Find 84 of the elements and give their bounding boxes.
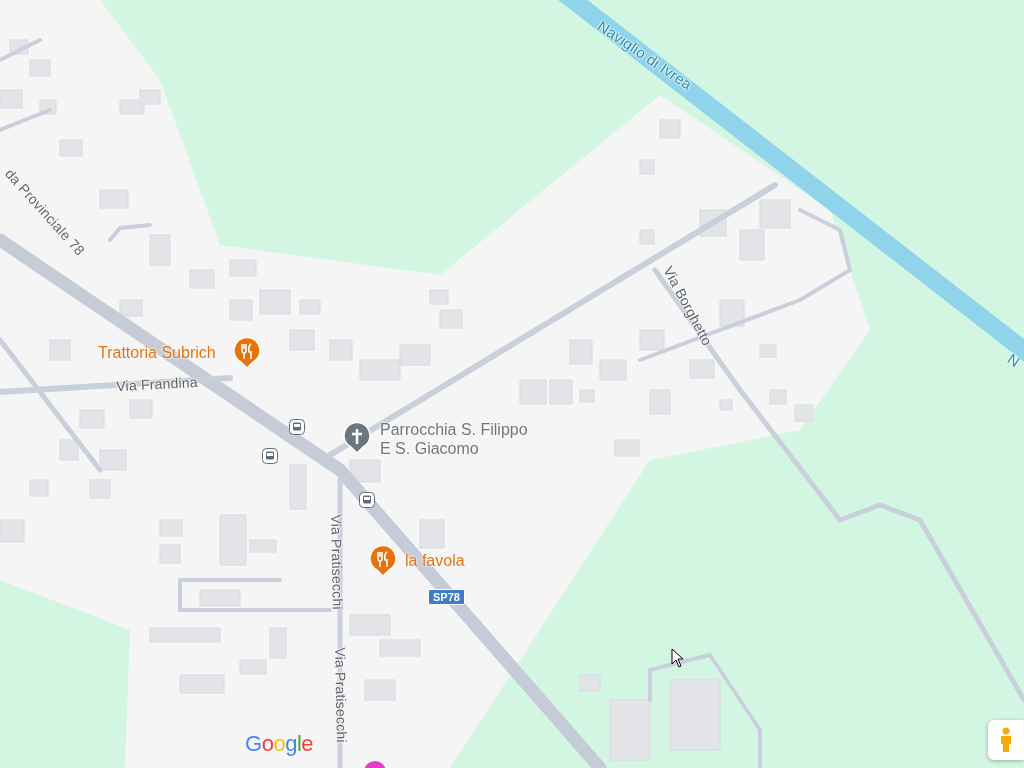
road	[0, 108, 52, 132]
building	[29, 479, 49, 497]
building	[249, 539, 277, 553]
street-label: Via Pratisecchi	[329, 514, 345, 610]
cursor-icon	[671, 648, 685, 668]
place-label[interactable]: Parrocchia S. Filippo E S. Giacomo	[380, 420, 528, 458]
building	[639, 159, 655, 175]
building	[139, 89, 161, 105]
building	[119, 99, 145, 115]
building	[379, 639, 421, 657]
building	[189, 269, 215, 289]
building	[329, 339, 353, 361]
building	[639, 229, 655, 245]
map-logo: Google	[245, 731, 313, 757]
building	[689, 359, 715, 379]
building	[519, 379, 547, 405]
building	[719, 299, 745, 327]
building	[299, 299, 321, 315]
building	[599, 359, 627, 381]
building	[29, 59, 51, 77]
cross-pin-icon[interactable]	[343, 422, 371, 454]
building	[269, 627, 287, 659]
building	[99, 189, 129, 209]
building	[289, 464, 307, 510]
building	[739, 229, 765, 261]
building	[199, 589, 241, 607]
building	[99, 449, 127, 471]
building	[79, 409, 105, 429]
building	[259, 289, 291, 315]
building	[759, 199, 791, 229]
bus-stop-icon[interactable]	[262, 448, 278, 464]
building	[219, 514, 247, 566]
building	[794, 404, 814, 422]
building	[609, 699, 651, 761]
building	[159, 519, 183, 537]
building	[129, 399, 153, 419]
place-label[interactable]: la favola	[405, 551, 465, 570]
place-label[interactable]: Trattoria Subrich	[98, 343, 216, 362]
building	[239, 659, 267, 675]
building	[649, 389, 671, 415]
building	[179, 674, 225, 694]
building	[429, 289, 449, 305]
building	[439, 309, 463, 329]
building	[349, 459, 381, 483]
building	[0, 519, 25, 543]
fork-knife-pin-icon[interactable]	[233, 337, 261, 369]
building	[364, 679, 396, 701]
road	[0, 38, 42, 62]
bus-stop-icon[interactable]	[289, 419, 305, 435]
building	[119, 299, 143, 317]
building	[229, 259, 257, 277]
building	[359, 359, 401, 381]
building	[639, 329, 665, 351]
building	[229, 299, 253, 321]
building	[579, 674, 601, 692]
fork-knife-pin-icon[interactable]	[369, 545, 397, 577]
route-shield: SP78	[428, 589, 465, 605]
building	[549, 379, 573, 405]
building	[349, 614, 391, 636]
building	[0, 89, 23, 109]
building	[59, 139, 83, 157]
building	[614, 439, 640, 457]
street-label: Via Pratisecchi	[333, 647, 349, 743]
building	[669, 679, 721, 751]
building	[89, 479, 111, 499]
building	[659, 119, 681, 139]
pegman-icon	[999, 727, 1013, 753]
building	[49, 339, 71, 361]
building	[579, 389, 595, 403]
bus-stop-icon[interactable]	[359, 492, 375, 508]
building	[719, 399, 733, 411]
building	[569, 339, 593, 365]
building	[419, 519, 445, 549]
map-marker-icon[interactable]	[363, 760, 387, 768]
building	[159, 544, 181, 564]
building	[59, 439, 79, 461]
canal-label: N	[1005, 350, 1023, 370]
building	[149, 234, 171, 266]
building	[399, 344, 431, 366]
building	[289, 329, 315, 351]
street-label: Via Frandina	[115, 374, 199, 394]
building	[149, 627, 221, 643]
building	[759, 344, 777, 358]
building	[769, 389, 787, 405]
